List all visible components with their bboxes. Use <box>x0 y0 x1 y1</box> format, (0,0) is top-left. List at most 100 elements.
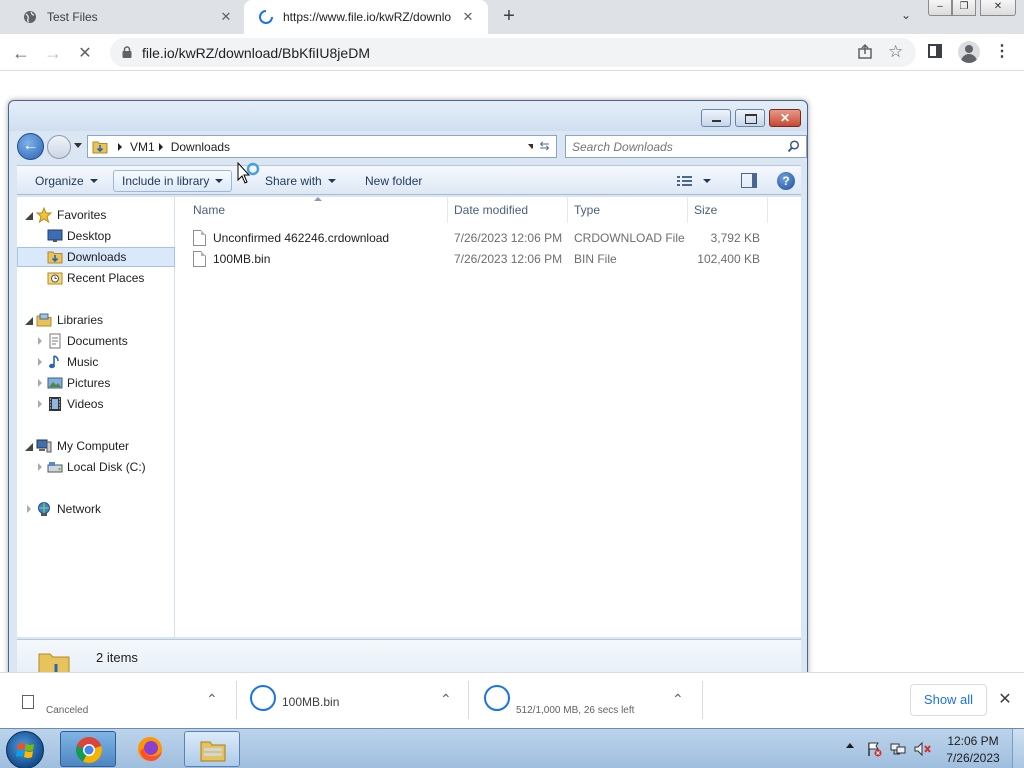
file-row[interactable]: 100MB.bin 7/26/2023 12:06 PM BIN File 10… <box>187 249 777 270</box>
search-downloads-field[interactable] <box>565 135 807 158</box>
download-name: 100MB.bin <box>282 695 340 709</box>
tab-file-io[interactable]: https://www.file.io/kwRZ/downlo ✕ <box>244 0 488 34</box>
collapsed-arrow-icon[interactable] <box>38 358 42 366</box>
nav-documents[interactable]: Documents <box>17 331 175 351</box>
nav-favorites[interactable]: Favorites <box>17 205 175 225</box>
nav-desktop[interactable]: Desktop <box>17 226 175 246</box>
back-arrow-icon[interactable]: ← <box>8 40 34 66</box>
close-window-button[interactable]: ✕ <box>980 0 1016 16</box>
expand-arrow-icon[interactable] <box>25 317 33 325</box>
collapsed-arrow-icon[interactable] <box>27 505 31 513</box>
close-icon[interactable]: ✕ <box>460 9 476 25</box>
download-item-canceled[interactable]: Canceled ⌃ <box>0 681 237 725</box>
browser-tabstrip: Test Files ✕ https://www.file.io/kwRZ/do… <box>0 0 1024 34</box>
nav-label: Documents <box>67 334 128 348</box>
include-in-library-button[interactable]: Include in library <box>113 170 233 192</box>
nav-label: Local Disk (C:) <box>67 460 146 474</box>
column-header-type[interactable]: Type <box>568 197 688 223</box>
chevron-up-icon[interactable]: ⌃ <box>672 691 684 708</box>
chevron-up-icon[interactable]: ⌃ <box>440 691 452 708</box>
share-with-button[interactable]: Share with <box>257 170 344 192</box>
taskbar-windows-explorer[interactable] <box>184 731 240 767</box>
file-type: BIN File <box>574 252 617 266</box>
clock-date[interactable]: 7/26/2023 <box>940 751 1006 765</box>
clock-time[interactable]: 12:06 PM <box>940 734 1006 748</box>
nav-downloads[interactable]: Downloads <box>17 247 175 267</box>
help-icon[interactable]: ? <box>777 172 795 190</box>
close-icon[interactable]: ✕ <box>996 691 1014 709</box>
collapsed-arrow-icon[interactable] <box>38 337 42 345</box>
nav-network[interactable]: Network <box>17 499 175 519</box>
breadcrumb-separator-icon[interactable] <box>158 142 163 151</box>
forward-arrow-icon[interactable] <box>47 135 71 159</box>
expand-arrow-icon[interactable] <box>25 212 33 220</box>
side-panel-icon[interactable] <box>928 44 942 58</box>
minimize-button[interactable]: – <box>928 0 952 16</box>
breadcrumb-downloads[interactable]: Downloads <box>171 140 230 154</box>
new-tab-button[interactable]: + <box>498 6 520 28</box>
refresh-icon[interactable]: ⇆ <box>533 135 557 158</box>
nav-libraries[interactable]: Libraries <box>17 310 175 330</box>
file-date: 7/26/2023 12:06 PM <box>454 252 563 266</box>
share-icon[interactable] <box>856 43 874 61</box>
nav-label: My Computer <box>57 439 130 453</box>
forward-arrow-icon[interactable]: → <box>40 40 66 66</box>
search-input[interactable] <box>572 139 782 155</box>
collapsed-arrow-icon[interactable] <box>38 400 42 408</box>
show-all-downloads-button[interactable]: Show all <box>910 684 987 716</box>
expand-arrow-icon[interactable] <box>25 443 33 451</box>
volume-muted-icon[interactable] <box>914 741 932 757</box>
breadcrumb-vm1[interactable]: VM1 <box>130 140 155 154</box>
explorer-maximize-button[interactable] <box>735 109 765 127</box>
organize-button[interactable]: Organize <box>27 170 106 192</box>
nav-music[interactable]: Music <box>17 352 175 372</box>
collapsed-arrow-icon[interactable] <box>38 463 42 471</box>
computer-icon <box>36 439 52 453</box>
breadcrumb[interactable]: VM1 Downloads <box>87 135 541 158</box>
bookmark-star-icon[interactable]: ☆ <box>888 42 903 62</box>
tab-test-files[interactable]: Test Files ✕ <box>8 0 246 34</box>
download-item-100mb[interactable]: 100MB.bin ⌃ <box>236 681 470 725</box>
chevron-up-icon[interactable]: ⌃ <box>206 691 218 708</box>
show-hidden-icons-button[interactable] <box>846 743 854 748</box>
show-desktop-button[interactable] <box>1012 729 1024 768</box>
back-arrow-icon[interactable]: ← <box>17 133 44 160</box>
nav-recent-places[interactable]: Recent Places <box>17 268 175 288</box>
chevron-down-icon[interactable]: ⌄ <box>896 8 916 26</box>
network-icon <box>38 502 50 516</box>
column-header-date-modified[interactable]: Date modified <box>448 197 568 223</box>
recent-pages-dropdown[interactable] <box>74 143 82 148</box>
taskbar-firefox[interactable] <box>122 731 178 767</box>
network-status-icon[interactable] <box>890 741 906 757</box>
nav-local-disk[interactable]: Local Disk (C:) <box>17 457 175 477</box>
start-button[interactable] <box>6 731 44 768</box>
restore-button[interactable]: ❐ <box>952 0 976 16</box>
nav-videos[interactable]: Videos <box>17 394 175 414</box>
breadcrumb-separator-icon[interactable] <box>118 142 122 151</box>
download-item-in-progress[interactable]: 512/1,000 MB, 26 secs left ⌃ <box>470 681 704 725</box>
command-bar: Organize Include in library Share with N… <box>17 165 801 195</box>
search-icon[interactable] <box>787 140 800 153</box>
change-view-button[interactable] <box>677 172 715 190</box>
windows-taskbar: 12:06 PM 7/26/2023 <box>0 728 1024 768</box>
stop-loading-icon[interactable]: ✕ <box>72 40 98 66</box>
collapsed-arrow-icon[interactable] <box>38 379 42 387</box>
explorer-minimize-button[interactable] <box>701 109 731 127</box>
address-bar[interactable]: file.io/kwRZ/download/BbKfiIU8jeDM ☆ <box>110 38 916 67</box>
nav-my-computer[interactable]: My Computer <box>17 436 175 456</box>
nav-pictures[interactable]: Pictures <box>17 373 175 393</box>
profile-avatar-icon[interactable] <box>958 41 980 63</box>
kebab-menu-icon[interactable]: ⋮ <box>994 43 1010 61</box>
chevron-down-icon <box>703 179 711 183</box>
action-center-flag-icon[interactable] <box>866 741 882 757</box>
file-row[interactable]: Unconfirmed 462246.crdownload 7/26/2023 … <box>187 228 777 249</box>
explorer-close-button[interactable] <box>769 109 801 127</box>
new-folder-button[interactable]: New folder <box>357 170 430 192</box>
preview-pane-icon[interactable] <box>741 173 757 188</box>
taskbar-chrome[interactable] <box>60 731 116 767</box>
close-icon[interactable]: ✕ <box>218 9 234 25</box>
file-size: 3,792 KB <box>710 231 760 245</box>
column-header-size[interactable]: Size <box>688 197 768 223</box>
recent-places-icon <box>47 272 63 285</box>
explorer-titlebar[interactable] <box>9 101 807 131</box>
